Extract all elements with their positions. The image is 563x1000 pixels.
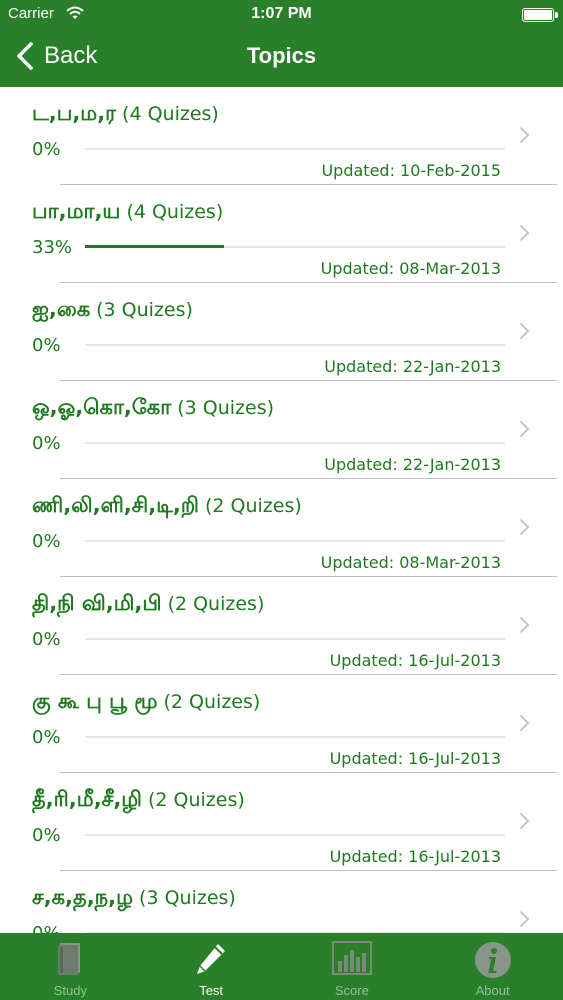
- chevron-right-icon: [519, 910, 530, 928]
- topic-title: தீ,ரி,மீ,சீ,ழி (2 Quizes): [32, 787, 245, 814]
- battery-icon: [522, 8, 558, 22]
- topic-letters: ணி,லி,ளி,சி,டி,றி: [32, 493, 199, 517]
- clock: 1:07 PM: [251, 5, 312, 22]
- tab-test[interactable]: Test: [141, 933, 282, 1000]
- topic-title: தி,நி வி,மி,பி (2 Quizes): [32, 591, 264, 618]
- chevron-right-icon: [519, 224, 530, 242]
- quiz-count: (2 Quizes): [167, 593, 265, 615]
- navigation-bar: Back Topics: [0, 30, 563, 87]
- progress-bar: [85, 736, 505, 738]
- top-bar: Carrier 1:07 PM Back Topics: [0, 0, 563, 87]
- tab-label: Score: [334, 983, 369, 998]
- progress-bar: [85, 638, 505, 640]
- topic-list[interactable]: ட,ப,ம,ர (4 Quizes) 0% Updated: 10-Feb-201…: [0, 87, 563, 933]
- quiz-count: (4 Quizes): [126, 201, 224, 223]
- updated-date: Updated: 08-Mar-2013: [320, 553, 501, 572]
- pencil-icon: [197, 944, 226, 974]
- topic-row[interactable]: ணி,லி,ளி,சி,டி,றி (2 Quizes) 0% Updated: …: [0, 479, 563, 577]
- updated-date: Updated: 22-Jan-2013: [324, 357, 501, 376]
- updated-date: Updated: 22-Jan-2013: [324, 455, 501, 474]
- topic-row[interactable]: ஒ,ஓ,கொ,கோ (3 Quizes) 0% Updated: 22-Jan-2…: [0, 381, 563, 479]
- topic-letters: கு கூ பு பூ மூ: [32, 689, 158, 713]
- progress-percent: 33%: [32, 237, 73, 258]
- chevron-right-icon: [519, 126, 530, 144]
- updated-date: Updated: 16-Jul-2013: [329, 651, 501, 670]
- topic-row[interactable]: தீ,ரி,மீ,சீ,ழி (2 Quizes) 0% Updated: 16-…: [0, 773, 563, 871]
- progress-bar: [85, 442, 505, 444]
- quiz-count: (3 Quizes): [139, 887, 236, 909]
- progress-percent: 0%: [32, 923, 61, 933]
- progress-percent: 0%: [32, 629, 61, 650]
- topic-row[interactable]: கு கூ பு பூ மூ (2 Quizes) 0% Updated: 16-…: [0, 675, 563, 773]
- topic-title: பா,மா,ய (4 Quizes): [32, 199, 223, 226]
- topic-letters: தி,நி வி,மி,பி: [32, 591, 162, 615]
- progress-bar: [85, 540, 505, 542]
- progress-bar: [85, 344, 505, 346]
- progress-percent: 0%: [32, 433, 61, 454]
- tab-label: About: [475, 983, 510, 998]
- progress-bar: [85, 834, 505, 836]
- quiz-count: (2 Quizes): [163, 691, 261, 713]
- topic-title: ஐ,கை (3 Quizes): [32, 297, 193, 324]
- chevron-right-icon: [519, 518, 530, 536]
- book-icon: [58, 943, 81, 975]
- quiz-count: (3 Quizes): [96, 299, 193, 321]
- tab-about[interactable]: About: [422, 933, 563, 1000]
- quiz-count: (2 Quizes): [204, 495, 302, 517]
- tab-label: Test: [199, 983, 224, 998]
- topic-title: கு கூ பு பூ மூ (2 Quizes): [32, 689, 260, 716]
- bar-chart-icon: [331, 941, 372, 975]
- topic-title: ச,க,த,ந,ழ (3 Quizes): [32, 885, 236, 912]
- chevron-right-icon: [519, 812, 530, 830]
- updated-date: Updated: 10-Feb-2015: [321, 161, 501, 180]
- chevron-right-icon: [519, 420, 530, 438]
- chevron-right-icon: [519, 616, 530, 634]
- quiz-count: (4 Quizes): [122, 103, 219, 125]
- topic-title: ட,ப,ம,ர (4 Quizes): [32, 101, 219, 128]
- topic-letters: தீ,ரி,மீ,சீ,ழி: [32, 787, 142, 811]
- progress-percent: 0%: [32, 727, 61, 748]
- topic-title: ஒ,ஓ,கொ,கோ (3 Quizes): [32, 395, 274, 422]
- updated-date: Updated: 16-Jul-2013: [329, 847, 501, 866]
- updated-date: Updated: 16-Jul-2013: [329, 749, 501, 768]
- progress-bar: [85, 245, 505, 248]
- topic-letters: ஐ,கை: [32, 297, 91, 321]
- back-label: Back: [44, 42, 98, 69]
- topic-row[interactable]: தி,நி வி,மி,பி (2 Quizes) 0% Updated: 16-…: [0, 577, 563, 675]
- tab-bar: Study Test Score About: [0, 933, 563, 1000]
- back-button[interactable]: Back: [14, 40, 97, 72]
- topic-letters: பா,மா,ய: [32, 199, 121, 223]
- quiz-count: (3 Quizes): [177, 397, 275, 419]
- chevron-right-icon: [519, 322, 530, 340]
- topic-row[interactable]: ஐ,கை (3 Quizes) 0% Updated: 22-Jan-2013: [0, 283, 563, 381]
- quiz-count: (2 Quizes): [147, 789, 245, 811]
- progress-percent: 0%: [32, 825, 61, 846]
- progress-percent: 0%: [32, 531, 61, 552]
- tab-label: Study: [53, 983, 87, 998]
- status-bar: Carrier 1:07 PM: [0, 0, 563, 30]
- chevron-right-icon: [519, 714, 530, 732]
- updated-date: Updated: 08-Mar-2013: [320, 259, 501, 278]
- progress-percent: 0%: [32, 335, 61, 356]
- tab-study[interactable]: Study: [0, 933, 141, 1000]
- topic-letters: ச,க,த,ந,ழ: [32, 885, 134, 909]
- topic-letters: ஒ,ஓ,கொ,கோ: [32, 395, 172, 419]
- progress-percent: 0%: [32, 139, 61, 160]
- topic-row[interactable]: ட,ப,ம,ர (4 Quizes) 0% Updated: 10-Feb-201…: [0, 87, 563, 185]
- chevron-left-icon: [17, 42, 33, 70]
- progress-fill: [85, 245, 224, 248]
- topic-row[interactable]: ச,க,த,ந,ழ(3 Quizes) 0%: [0, 871, 563, 933]
- topic-row[interactable]: பா,மா,ய (4 Quizes) 33% Updated: 08-Mar-20…: [0, 185, 563, 283]
- info-icon: [474, 942, 511, 978]
- topic-title: ணி,லி,ளி,சி,டி,றி (2 Quizes): [32, 493, 302, 520]
- progress-bar: [85, 148, 505, 150]
- topic-letters: ட,ப,ம,ர: [32, 101, 117, 125]
- tab-score[interactable]: Score: [282, 933, 423, 1000]
